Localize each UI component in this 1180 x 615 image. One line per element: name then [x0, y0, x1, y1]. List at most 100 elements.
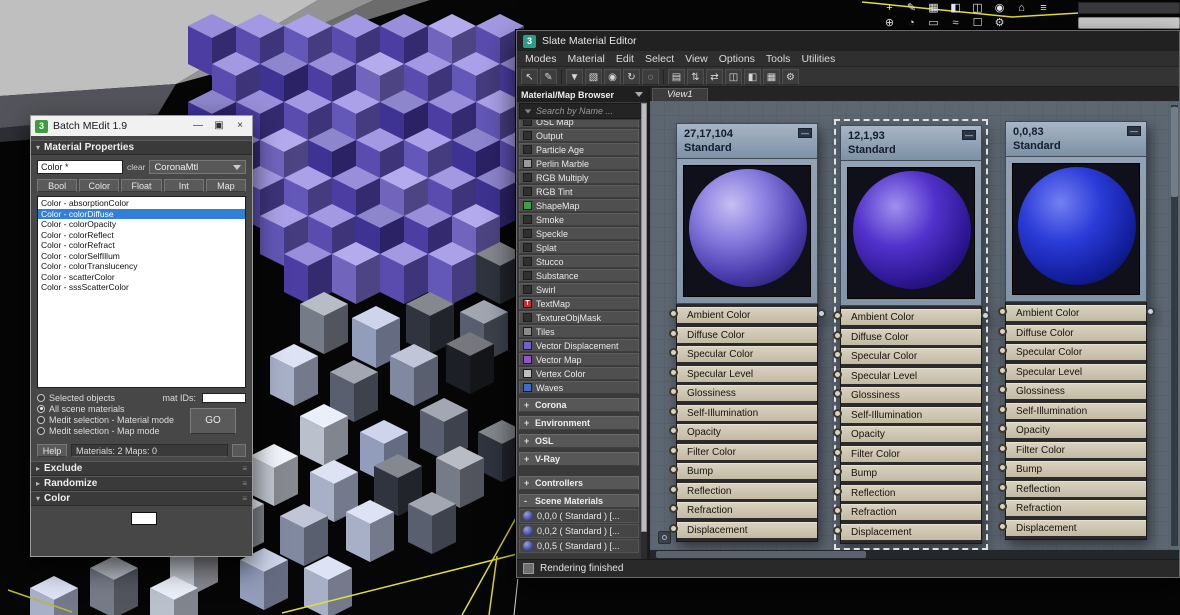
slot-connector[interactable] — [998, 424, 1007, 433]
menu-select[interactable]: Select — [645, 53, 674, 65]
canvas-vertical-scrollbar[interactable] — [1171, 105, 1178, 546]
grid-icon[interactable]: ▦ — [926, 1, 941, 15]
slot-diffuse-color[interactable]: Diffuse Color — [833, 328, 981, 345]
scene-material-item[interactable]: 0,0,5 ( Standard ) [... — [519, 539, 639, 553]
go-button[interactable]: GO — [190, 408, 236, 434]
slot-opacity[interactable]: Opacity — [669, 424, 817, 440]
slot-connector[interactable] — [998, 326, 1007, 336]
property-item[interactable]: Color - colorTranslucency — [38, 261, 245, 272]
map-item[interactable]: Vector Map — [519, 353, 639, 366]
map-item[interactable]: Swirl — [519, 283, 639, 296]
map-item[interactable]: Perlin Marble — [519, 157, 639, 170]
slot-reflection[interactable]: Reflection — [669, 482, 817, 499]
menu-tools[interactable]: Tools — [766, 53, 791, 65]
show-map-icon[interactable]: ▧ — [585, 68, 602, 85]
target-icon[interactable]: ◉ — [992, 1, 1007, 15]
slot-self-illumination[interactable]: Self-Illumination — [669, 404, 817, 421]
tab-view1[interactable]: View1 — [652, 88, 708, 101]
slot-filter-color[interactable]: Filter Color — [998, 441, 1146, 458]
map-item[interactable]: Substance — [519, 269, 639, 282]
slot-connector[interactable] — [669, 367, 678, 377]
view-navigation-icon[interactable] — [658, 531, 671, 544]
menu-utilities[interactable]: Utilities — [801, 53, 835, 65]
browser-list[interactable]: OSL Map Output Particle Age Perlin Marbl… — [517, 120, 647, 559]
layout-vertical-icon[interactable]: ⇅ — [687, 68, 704, 85]
property-item[interactable]: Color - scatterColor — [38, 272, 245, 283]
map-item[interactable]: Vector Displacement — [519, 339, 639, 352]
slot-connector[interactable] — [669, 387, 678, 396]
slot-connector[interactable] — [833, 350, 842, 359]
radio-all-scene-materials[interactable] — [37, 404, 45, 413]
slot-connector[interactable] — [669, 406, 678, 416]
slot-specular-color[interactable]: Specular Color — [833, 348, 981, 364]
viewport-scrollbar[interactable] — [1078, 17, 1180, 29]
slot-self-illumination[interactable]: Self-Illumination — [998, 402, 1146, 419]
close-button[interactable]: × — [232, 119, 248, 133]
slot-specular-level[interactable]: Specular Level — [669, 365, 817, 382]
slot-connector[interactable] — [669, 523, 678, 533]
hide-unused-slots-icon[interactable]: ◧ — [744, 68, 761, 85]
filter-float-button[interactable]: Float — [121, 179, 162, 192]
circle-plus-icon[interactable]: ⊕ — [882, 16, 897, 30]
node-graph-canvas[interactable]: 27,17,104 Standard — Ambient Color Diffu… — [650, 101, 1179, 550]
property-item[interactable]: Color - colorSelfIllum — [38, 251, 245, 262]
slot-displacement[interactable]: Displacement — [833, 523, 981, 540]
slot-connector[interactable] — [998, 404, 1007, 414]
slot-connector[interactable] — [833, 428, 842, 437]
map-item[interactable]: ShapeMap — [519, 199, 639, 212]
radio-medit-map-mode[interactable] — [37, 426, 45, 435]
map-item[interactable]: Particle Age — [519, 143, 639, 156]
filter-map-button[interactable]: Map — [205, 179, 247, 192]
map-item[interactable]: Output — [519, 129, 639, 142]
bar-icon[interactable]: ▭ — [926, 16, 941, 30]
slot-connector[interactable] — [998, 346, 1007, 355]
color-swatch[interactable] — [131, 512, 157, 525]
slot-opacity[interactable]: Opacity — [833, 426, 981, 442]
window-icon[interactable]: ◫ — [970, 1, 985, 15]
menu-icon[interactable]: ≡ — [1036, 1, 1051, 15]
browser-scrollbar[interactable] — [641, 103, 647, 559]
rollout-material-properties[interactable]: ▾ Material Properties — [31, 140, 252, 155]
node-output-connector[interactable] — [817, 309, 826, 318]
map-item[interactable]: Waves — [519, 381, 639, 394]
slot-connector[interactable] — [998, 443, 1007, 453]
slot-connector[interactable] — [833, 467, 842, 476]
node-header[interactable]: 0,0,83 Standard — — [1005, 121, 1147, 157]
slot-reflection[interactable]: Reflection — [998, 480, 1146, 497]
rollout-randomize[interactable]: ▸ Randomize ≡ — [31, 476, 252, 491]
browser-header[interactable]: Material/Map Browser — [517, 87, 647, 102]
property-item[interactable]: Color - colorReflect — [38, 230, 245, 241]
slot-specular-level[interactable]: Specular Level — [833, 367, 981, 384]
mat-ids-input[interactable] — [202, 392, 246, 403]
help-button[interactable]: Help — [37, 444, 67, 457]
scene-material-item[interactable]: 0,0,0 ( Standard ) [... — [519, 509, 639, 523]
property-item[interactable]: Color - colorRefract — [38, 240, 245, 251]
node-minimize-button[interactable]: — — [798, 128, 812, 138]
put-to-library-icon[interactable]: ▼ — [566, 68, 583, 85]
map-item[interactable]: TextureObjMask — [519, 311, 639, 324]
half-grid-icon[interactable]: ◧ — [948, 1, 963, 15]
zoom-extents-icon[interactable]: ▦ — [763, 68, 780, 85]
group-controllers[interactable]: + Controllers — [519, 476, 639, 490]
scrollbar-thumb[interactable] — [1171, 107, 1178, 197]
slot-filter-color[interactable]: Filter Color — [833, 445, 981, 462]
slot-connector[interactable] — [998, 502, 1007, 511]
slot-connector[interactable] — [833, 525, 842, 535]
slot-ambient-color[interactable]: Ambient Color — [669, 307, 817, 323]
select-arrow-icon[interactable]: ↖ — [521, 68, 538, 85]
slot-bump[interactable]: Bump — [833, 465, 981, 481]
slot-ambient-color[interactable]: Ambient Color — [833, 309, 981, 325]
batch-medit-titlebar[interactable]: 3 Batch MEdit 1.9 — ▣ × — [31, 116, 252, 136]
slot-connector[interactable] — [669, 484, 678, 494]
node-header[interactable]: 27,17,104 Standard — — [676, 123, 818, 159]
node-preview[interactable] — [840, 161, 982, 306]
add-icon[interactable]: + — [882, 1, 897, 15]
slot-diffuse-color[interactable]: Diffuse Color — [998, 324, 1146, 341]
slot-ambient-color[interactable]: Ambient Color — [998, 305, 1146, 321]
radio-medit-material-mode[interactable] — [37, 415, 45, 424]
map-item[interactable]: Smoke — [519, 213, 639, 226]
slot-connector[interactable] — [998, 463, 1007, 472]
material-node-2-selected[interactable]: 12,1,93 Standard — Ambient Color Diffuse… — [833, 119, 990, 550]
pick-material-icon[interactable]: ✎ — [540, 68, 557, 85]
slot-connector[interactable] — [669, 348, 678, 357]
